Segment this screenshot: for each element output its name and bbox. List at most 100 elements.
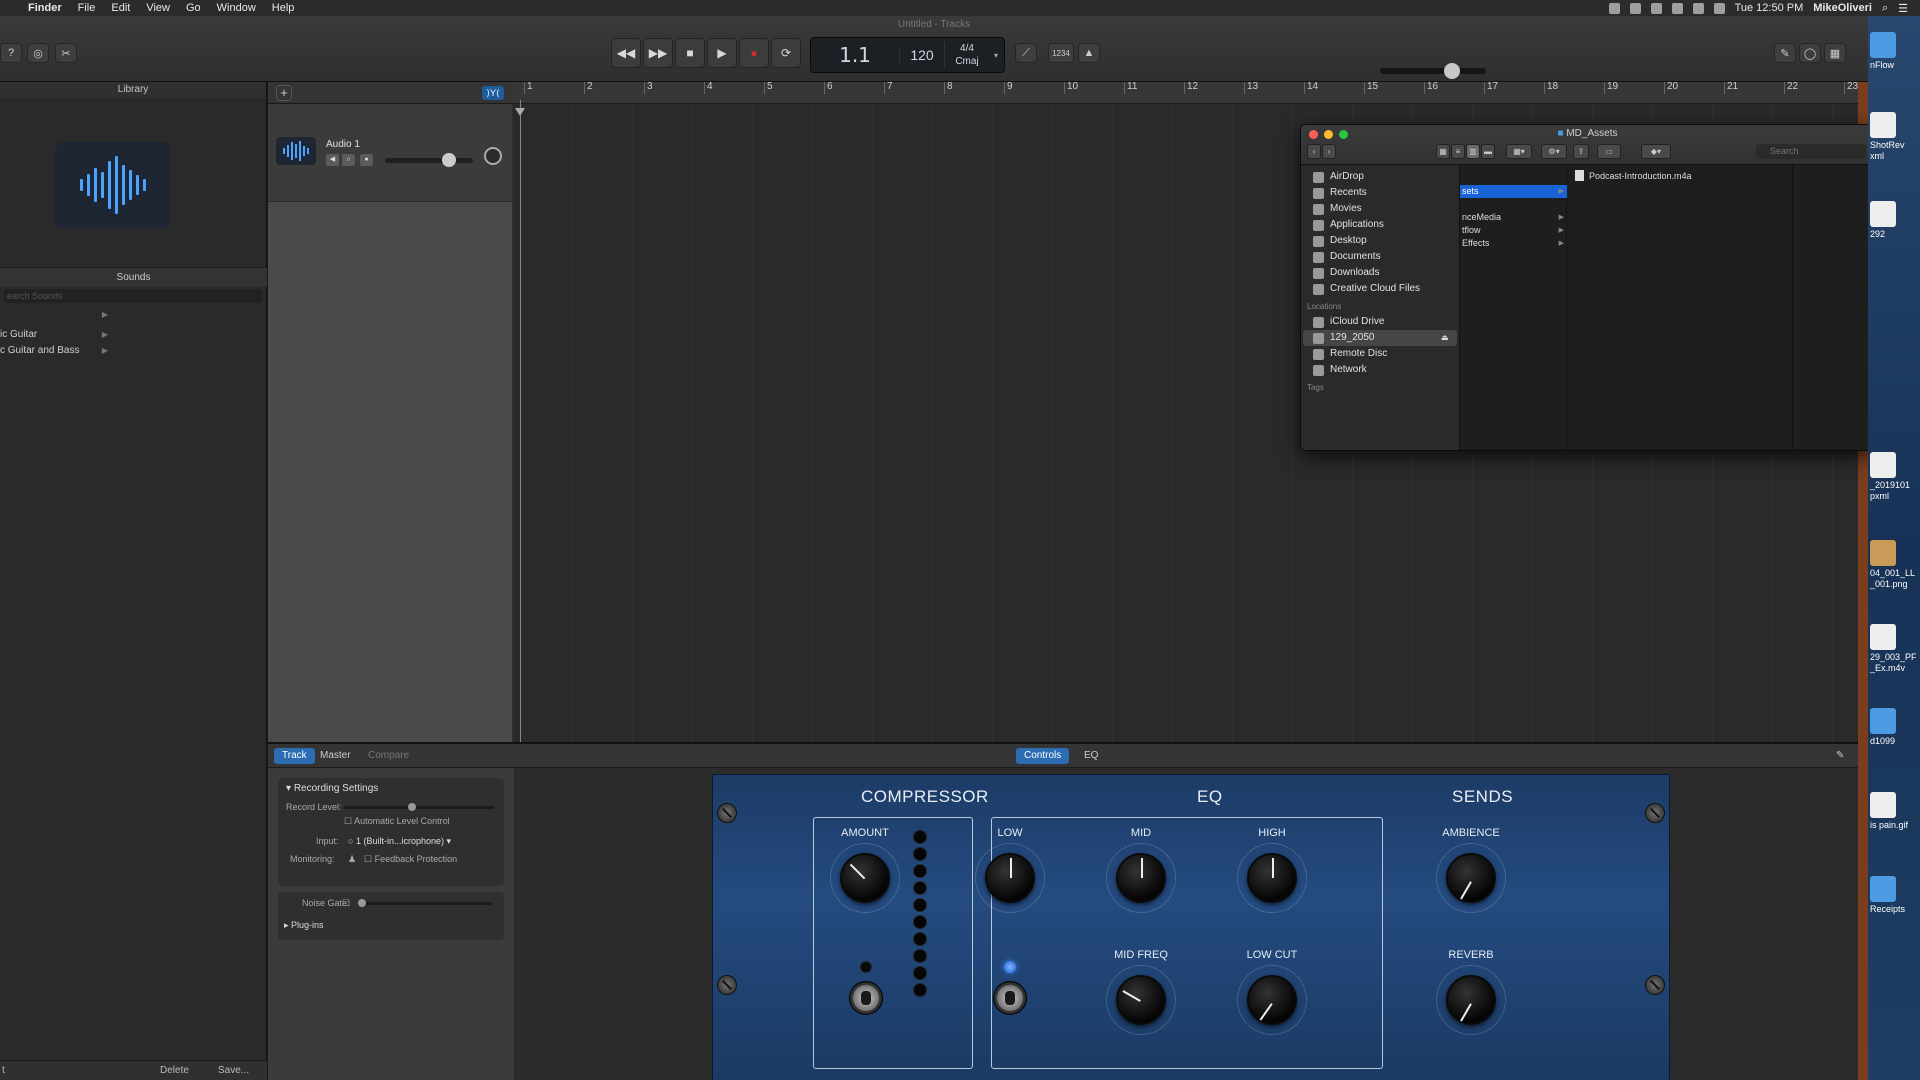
library-item[interactable]: c Guitar and Bass ▶ [0, 344, 110, 357]
record-level-knob[interactable] [408, 803, 416, 811]
menu-clock[interactable]: Tue 12:50 PM [1735, 2, 1804, 14]
desktop-icon-item[interactable]: 292 [1870, 201, 1920, 240]
sidebar-item-airdrop[interactable]: AirDrop [1313, 169, 1364, 185]
auto-level-checkbox[interactable]: ☐ Automatic Level Control [344, 816, 450, 827]
compressor-toggle-switch[interactable] [849, 981, 883, 1015]
desktop-icon-item[interactable]: is pain.gif [1870, 792, 1920, 831]
stop-icon[interactable]: ■ [675, 38, 705, 68]
dropbox-icon[interactable] [1692, 2, 1704, 14]
file-item[interactable]: Podcast-Introduction.m4a [1575, 170, 1692, 181]
track-name[interactable]: Audio 1 [326, 139, 360, 150]
sidebar-item-documents[interactable]: Documents [1313, 249, 1381, 265]
column-row[interactable]: sets ▶ [1460, 185, 1568, 198]
desktop-icon-item[interactable]: _2019101 pxml [1870, 452, 1920, 502]
low-knob[interactable] [985, 853, 1035, 903]
menu-user[interactable]: MikeOliveri [1813, 2, 1872, 14]
desktop-icon-item[interactable]: nFlow [1870, 32, 1920, 71]
delete-button[interactable]: Delete [160, 1064, 189, 1078]
column-view-icon[interactable]: ▥ [1466, 144, 1480, 159]
record-icon[interactable]: ● [739, 38, 769, 68]
menu-view[interactable]: View [138, 2, 178, 14]
tab-compare[interactable]: Compare [360, 748, 417, 764]
tab-track[interactable]: Track [274, 748, 315, 764]
lcd-signature[interactable]: 4/4 Cmaj [944, 42, 989, 68]
action-gear-icon[interactable]: ⚙▾ [1541, 144, 1567, 159]
spotlight-icon[interactable]: ⌕ [1882, 2, 1888, 15]
note-pad-icon[interactable]: ✎ [1774, 43, 1796, 63]
reverb-knob[interactable] [1446, 975, 1496, 1025]
menu-window[interactable]: Window [209, 2, 264, 14]
sidebar-item-129-2050[interactable]: 129_2050 [1313, 330, 1375, 346]
share-icon[interactable]: ⇪ [1573, 144, 1589, 159]
creative-cloud-icon[interactable] [1671, 2, 1683, 14]
desktop-icon-item[interactable]: 04_001_LL _001.png [1870, 540, 1920, 590]
monitoring-toggle-icon[interactable]: ♟ [348, 854, 356, 865]
track-volume-knob[interactable] [442, 153, 456, 167]
record-level-slider[interactable] [344, 806, 494, 809]
track-volume-slider[interactable] [385, 158, 473, 163]
sidebar-item-desktop[interactable]: Desktop [1313, 233, 1367, 249]
tuner-icon[interactable]: ⟋ [1015, 43, 1037, 63]
status-icon-3[interactable] [1650, 2, 1662, 14]
loop-browser-icon[interactable]: ◯ [1799, 43, 1821, 63]
editors-scissors-icon[interactable]: ✂ [55, 43, 77, 63]
status-icon-2[interactable] [1629, 2, 1641, 14]
gallery-view-icon[interactable]: ▬ [1481, 144, 1495, 159]
help-icon[interactable]: ? [0, 43, 22, 63]
amount-knob[interactable] [840, 853, 890, 903]
sidebar-item-movies[interactable]: Movies [1313, 201, 1362, 217]
sidebar-item-downloads[interactable]: Downloads [1313, 265, 1379, 281]
rewind-icon[interactable]: ◀◀ [611, 38, 641, 68]
finder-search-field[interactable]: Search [1756, 144, 1866, 159]
desktop-icon-item[interactable]: d1099 [1870, 708, 1920, 747]
noise-gate-slider[interactable] [358, 902, 492, 905]
wifi-icon[interactable] [1713, 2, 1725, 14]
high-knob[interactable] [1247, 853, 1297, 903]
finder-titlebar[interactable]: ■ MD_Assets ‹ › ▦ ≡ ▥ ▬ ▦▾ ⚙▾ ⇪ ▭ ◆▾ Sea… [1301, 125, 1872, 165]
media-browser-icon[interactable]: ▦ [1824, 43, 1846, 63]
playhead[interactable] [515, 100, 525, 742]
master-volume-slider[interactable] [1380, 68, 1486, 74]
tab-eq[interactable]: EQ [1076, 748, 1106, 764]
desktop-icon-item[interactable]: ShotRev xml [1870, 112, 1920, 162]
lcd-display[interactable]: 1.1 120 4/4 Cmaj ▾ [810, 37, 1005, 73]
forward-icon[interactable]: › [1322, 144, 1336, 159]
sounds-search-field[interactable]: earch Sounds [4, 289, 262, 303]
list-view-icon[interactable]: ≡ [1451, 144, 1465, 159]
noise-gate-knob[interactable] [358, 899, 366, 907]
sidebar-item-network[interactable]: Network [1313, 362, 1367, 378]
edit-pencil-icon[interactable]: ✎ [1828, 748, 1852, 764]
recording-settings-disclosure[interactable]: ▾ Recording Settings [286, 783, 378, 794]
column-row[interactable]: tflow ▶ [1460, 224, 1568, 237]
track-filter-icon[interactable]: ⟩Y⟨ [482, 86, 504, 100]
add-track-button[interactable]: + [276, 85, 292, 101]
column-row[interactable]: nceMedia ▶ [1460, 211, 1568, 224]
sidebar-item-creative-cloud[interactable]: Creative Cloud Files [1313, 281, 1420, 297]
lcd-tempo[interactable]: 120 [899, 47, 944, 63]
finder-window[interactable]: ■ MD_Assets ‹ › ▦ ≡ ▥ ▬ ▦▾ ⚙▾ ⇪ ▭ ◆▾ Sea… [1300, 124, 1873, 451]
group-by-icon[interactable]: ▦▾ [1506, 144, 1532, 159]
smart-controls-icon[interactable]: ◎ [27, 43, 49, 63]
headphones-icon[interactable]: ∩ [342, 154, 355, 166]
desktop-icon-item[interactable]: Receipts [1870, 876, 1920, 915]
sidebar-item-recents[interactable]: Recents [1313, 185, 1367, 201]
notification-center-icon[interactable]: ☰ [1898, 2, 1908, 15]
eject-icon[interactable]: ⏏ [1441, 330, 1449, 346]
column-row[interactable]: Effects ▶ [1460, 237, 1568, 250]
library-item[interactable]: ic Guitar ▶ [0, 328, 110, 341]
master-volume-knob[interactable] [1444, 63, 1460, 79]
tab-master[interactable]: Master [312, 748, 359, 764]
track-pan-knob[interactable] [484, 147, 502, 165]
metronome-icon[interactable]: ▲ [1078, 43, 1100, 63]
low-cut-knob[interactable] [1247, 975, 1297, 1025]
play-icon[interactable]: ▶ [707, 38, 737, 68]
bar-ruler[interactable]: 1 2 3 4 5 6 7 8 9 10 11 12 13 14 15 16 1… [512, 82, 1858, 104]
tab-controls[interactable]: Controls [1016, 748, 1070, 764]
mid-knob[interactable] [1116, 853, 1166, 903]
ambience-knob[interactable] [1446, 853, 1496, 903]
feedback-protection-checkbox[interactable]: ☐ Feedback Protection [364, 854, 457, 865]
record-enable-icon[interactable]: ● [360, 154, 373, 166]
menu-edit[interactable]: Edit [103, 2, 138, 14]
plugins-disclosure[interactable]: ▸ Plug-ins [284, 920, 324, 931]
lcd-dropdown-icon[interactable]: ▾ [989, 51, 1003, 60]
